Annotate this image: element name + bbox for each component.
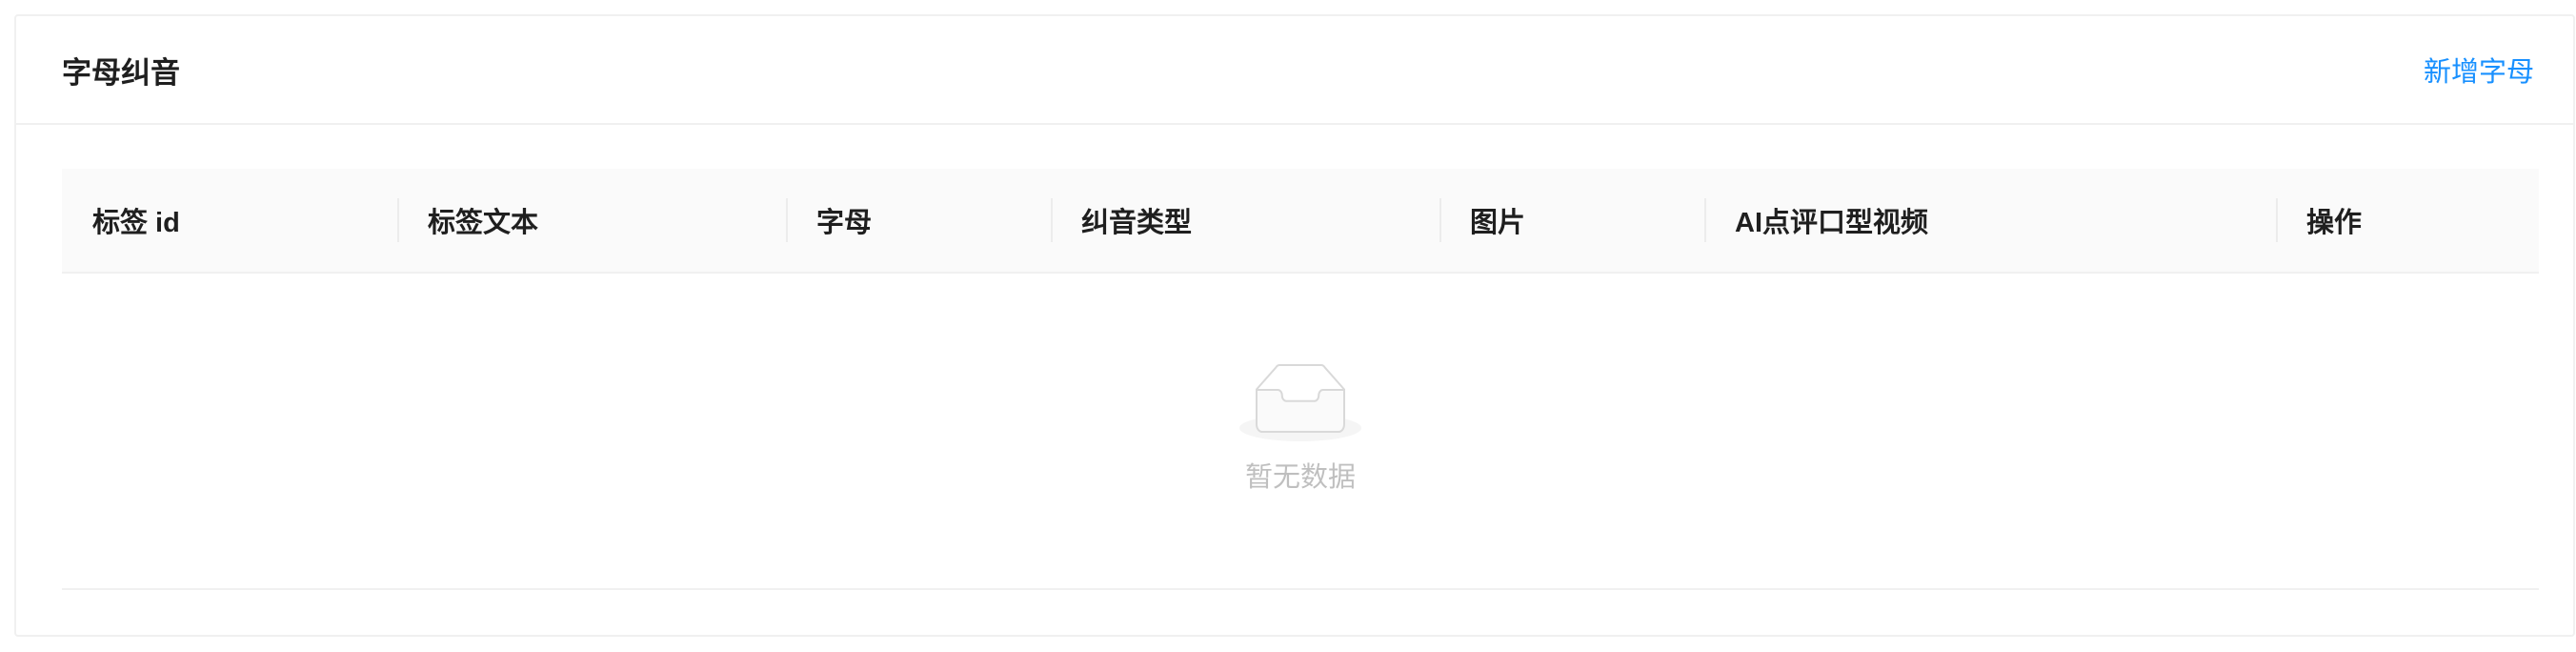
letter-correction-card: 字母纠音 新增字母 标签 id 标签文本 字母 纠音类型 图片 AI点评口型视频… bbox=[14, 14, 2575, 637]
column-header-tag-text: 标签文本 bbox=[397, 169, 786, 272]
empty-inbox-icon bbox=[1239, 364, 1361, 441]
column-header-actions: 操作 bbox=[2276, 169, 2539, 272]
data-table: 标签 id 标签文本 字母 纠音类型 图片 AI点评口型视频 操作 暂无数据 bbox=[62, 169, 2539, 590]
column-header-image: 图片 bbox=[1439, 169, 1704, 272]
column-header-correction-type: 纠音类型 bbox=[1051, 169, 1439, 272]
column-header-letter: 字母 bbox=[786, 169, 1051, 272]
empty-text: 暂无数据 bbox=[1244, 462, 1356, 493]
column-header-tag-id: 标签 id bbox=[92, 208, 180, 238]
add-letter-button[interactable]: 新增字母 bbox=[2424, 50, 2534, 90]
page-title: 字母纠音 bbox=[62, 55, 180, 90]
column-header-ai-video: AI点评口型视频 bbox=[1704, 169, 2276, 272]
card-header: 字母纠音 新增字母 bbox=[16, 16, 2573, 125]
empty-state: 暂无数据 bbox=[62, 274, 2539, 590]
card-body: 标签 id 标签文本 字母 纠音类型 图片 AI点评口型视频 操作 暂无数据 bbox=[16, 125, 2573, 590]
table-header: 标签 id 标签文本 字母 纠音类型 图片 AI点评口型视频 操作 bbox=[62, 169, 2539, 274]
